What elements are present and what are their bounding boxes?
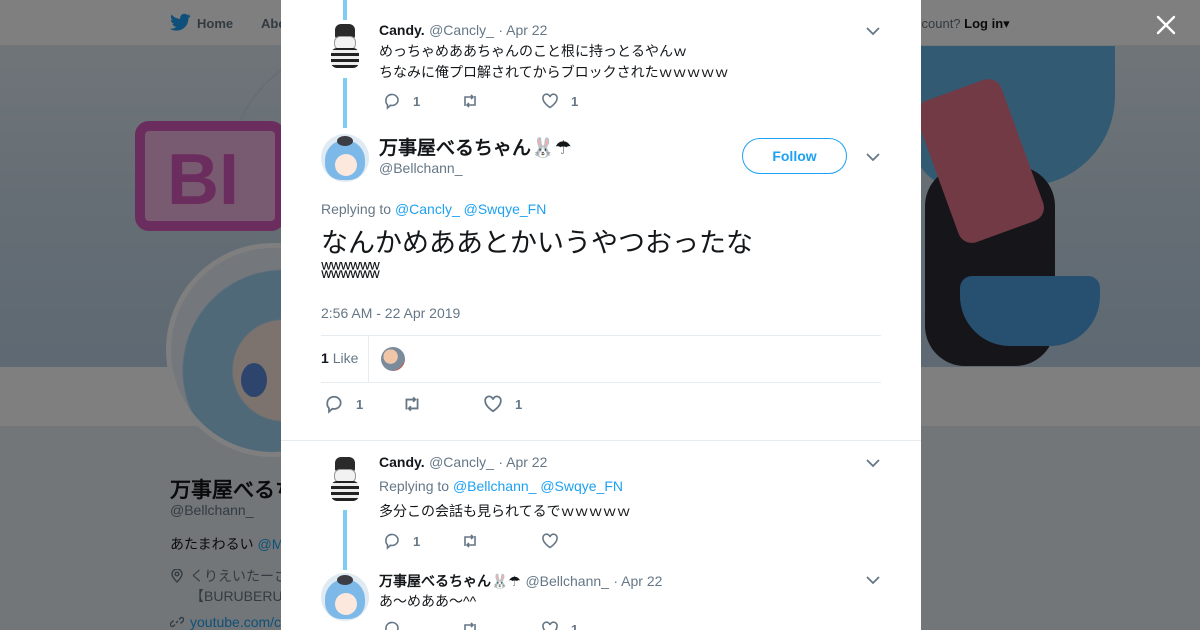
tweet-modal: Candy. @Cancly_ · Apr 22 めっちゃめああちゃんのこと根に… (281, 0, 921, 630)
tweet-author-name[interactable]: 万事屋べるちゃん🐰☂ (379, 573, 521, 589)
like-icon (542, 93, 558, 109)
replying-to-mention[interactable]: @Bellchann_ (453, 478, 537, 494)
likes-separator (368, 336, 369, 382)
tweet-header: 万事屋べるちゃん🐰☂ @Bellchann_ · Apr 22 (379, 571, 662, 591)
tweet-author-name[interactable]: Candy. (379, 22, 425, 38)
replying-to-mention[interactable]: @Cancly_ (395, 201, 460, 217)
retweet-button[interactable] (461, 92, 491, 110)
tweet-date[interactable]: · Apr 22 (613, 573, 662, 589)
like-button[interactable]: 1 (483, 394, 522, 414)
chevron-down-icon[interactable] (866, 152, 880, 162)
replying-to-mention[interactable]: @Swqye_FN (464, 201, 547, 217)
avatar[interactable] (321, 573, 369, 621)
reply-icon (385, 621, 399, 630)
avatar-face (335, 154, 357, 176)
like-button[interactable]: 1 (541, 620, 578, 630)
like-count: 1 (571, 93, 579, 109)
replying-to-mention[interactable]: @Swqye_FN (540, 478, 623, 494)
replying-to-prefix: Replying to (379, 478, 450, 494)
tweet-author-handle[interactable]: @Cancly_ (429, 22, 494, 38)
divider (321, 382, 881, 383)
liker-avatar[interactable] (381, 347, 405, 371)
like-button[interactable]: 1 (541, 92, 578, 110)
like-icon (542, 621, 558, 630)
divider (281, 440, 921, 441)
like-count: 1 (515, 396, 523, 412)
avatar[interactable] (321, 134, 369, 182)
chevron-down-icon[interactable] (866, 26, 880, 36)
reply-icon (326, 395, 342, 414)
retweet-button[interactable] (461, 532, 491, 550)
tweet-header: Candy. @Cancly_ · Apr 22 (379, 454, 547, 472)
retweet-icon (464, 94, 476, 108)
replying-to: Replying to @Bellchann_ @Swqye_FN (379, 478, 623, 494)
reply-button[interactable] (383, 620, 413, 630)
tweet-author-handle[interactable]: @Cancly_ (429, 454, 494, 470)
divider (321, 335, 881, 336)
reply-button[interactable]: 1 (383, 532, 420, 550)
thread-line (343, 0, 347, 20)
retweet-icon (464, 622, 476, 630)
main-tweet-timestamp[interactable]: 2:56 AM - 22 Apr 2019 (321, 305, 460, 321)
main-tweet-author-name[interactable]: 万事屋べるちゃん🐰☂ (379, 133, 572, 160)
follow-button[interactable]: Follow (742, 138, 847, 174)
tweet-author-handle[interactable]: @Bellchann_ (525, 573, 609, 589)
likes-stat-label: Like (332, 350, 359, 366)
reply-button[interactable]: 1 (383, 92, 420, 110)
avatar-face (335, 593, 357, 615)
retweet-button[interactable] (461, 620, 491, 630)
main-tweet-text-line: ʬʬʬʬʬʬ (321, 258, 380, 283)
reply-icon (385, 533, 399, 550)
chevron-down-icon[interactable] (866, 458, 880, 468)
like-icon (542, 533, 558, 549)
avatar-bun (337, 136, 353, 146)
tweet-author-name[interactable]: Candy. (379, 454, 425, 470)
main-tweet-text-line: なんかめああとかいうやつおったな (321, 228, 753, 258)
reply-icon (385, 93, 399, 110)
reply-button[interactable]: 1 (324, 394, 363, 414)
chevron-down-icon[interactable] (866, 575, 880, 585)
likes-stat[interactable]: 1 Like (321, 350, 358, 366)
main-tweet-text: なんかめああとかいうやつおったな ʬʬʬʬʬʬ (321, 226, 861, 282)
avatar-body (331, 48, 359, 68)
tweet-text-line: ちなみに俺プロ解されてからブロックされたｗｗｗｗｗ (379, 64, 729, 80)
tweet-date[interactable]: · Apr 22 (498, 22, 547, 38)
main-tweet-author-handle[interactable]: @Bellchann_ (379, 160, 463, 176)
replying-to-prefix: Replying to (321, 201, 392, 217)
tweet-header: Candy. @Cancly_ · Apr 22 (379, 22, 547, 40)
retweet-icon (405, 396, 419, 412)
retweet-button[interactable] (402, 394, 434, 414)
avatar-body (331, 481, 359, 501)
avatar[interactable] (321, 22, 369, 70)
tweet-text-line: あ〜めああ〜^^ (379, 593, 477, 609)
reply-count: 1 (413, 93, 421, 109)
thread-line (343, 78, 347, 128)
reply-count: 1 (356, 396, 364, 412)
retweet-icon (464, 534, 476, 548)
likes-stat-count: 1 (321, 350, 329, 366)
tweet-date[interactable]: · Apr 22 (498, 454, 547, 470)
like-button[interactable] (541, 532, 571, 550)
avatar-bun (337, 575, 353, 585)
replying-to: Replying to @Cancly_ @Swqye_FN (321, 201, 546, 217)
like-icon (484, 395, 502, 413)
close-icon[interactable] (1155, 14, 1177, 36)
reply-count: 1 (413, 533, 421, 549)
tweet-text-line: 多分この会話も見られてるでｗｗｗｗｗ (379, 503, 631, 519)
tweet-text-line: めっちゃめああちゃんのこと根に持っとるやんｗ (379, 43, 687, 59)
like-count: 1 (571, 621, 579, 630)
avatar[interactable] (321, 455, 369, 503)
thread-line (343, 510, 347, 570)
